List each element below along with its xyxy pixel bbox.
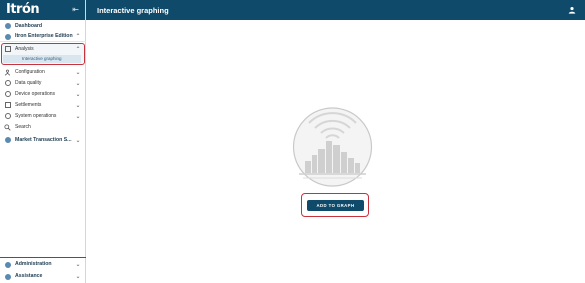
market-transaction-icon bbox=[4, 137, 11, 144]
sidebar-item-label: Assistance bbox=[15, 273, 43, 279]
enterprise-icon bbox=[4, 33, 11, 40]
chevron-down-icon[interactable]: ⌄ bbox=[74, 69, 82, 76]
sidebar-subitem-label: Interactive graphing bbox=[22, 56, 62, 61]
sidebar-subitem-interactive-graphing[interactable]: Interactive graphing bbox=[3, 55, 81, 63]
analysis-icon bbox=[4, 46, 11, 53]
sidebar-item-device-operations[interactable]: Device operations ⌄ bbox=[0, 90, 86, 98]
sidebar-item-label: Settlements bbox=[15, 101, 42, 108]
user-icon[interactable] bbox=[567, 5, 577, 15]
sidebar-item-administration[interactable]: Administration ⌄ bbox=[0, 260, 86, 269]
sidebar-item-system-operations[interactable]: System operations ⌄ bbox=[0, 112, 86, 120]
sidebar-item-label: System operations bbox=[15, 112, 57, 119]
sidebar-item-label: Market Transaction S... bbox=[15, 136, 72, 143]
sidebar-item-data-quality[interactable]: Data quality ⌄ bbox=[0, 79, 86, 87]
chevron-up-icon[interactable]: ⌃ bbox=[74, 33, 82, 40]
chevron-down-icon[interactable]: ⌄ bbox=[74, 137, 82, 144]
itron-logo: Itrón bbox=[6, 2, 40, 17]
city-skyline-illustration bbox=[285, 95, 380, 190]
chevron-down-icon[interactable]: ⌄ bbox=[74, 261, 82, 268]
page-title: Interactive graphing bbox=[97, 5, 169, 15]
sidebar: Itrón ⇤ Dashboard Itron Enterprise Editi… bbox=[0, 0, 86, 283]
sidebar-item-configuration[interactable]: Configuration ⌄ bbox=[0, 68, 86, 76]
chevron-down-icon[interactable]: ⌄ bbox=[74, 273, 82, 280]
sidebar-item-label: Device operations bbox=[15, 90, 56, 97]
chevron-down-icon[interactable]: ⌄ bbox=[74, 102, 82, 109]
settlements-icon bbox=[4, 102, 11, 109]
sidebar-item-label: Configuration bbox=[15, 68, 45, 75]
sidebar-item-assistance[interactable]: Assistance ⌄ bbox=[0, 272, 86, 281]
add-to-graph-button[interactable]: ADD TO GRAPH bbox=[307, 200, 364, 211]
chevron-up-icon[interactable]: ⌃ bbox=[74, 46, 82, 53]
sidebar-item-label: Administration bbox=[15, 261, 52, 267]
sidebar-header: Itrón ⇤ bbox=[0, 0, 85, 20]
data-quality-icon bbox=[4, 80, 11, 87]
sidebar-item-itron-enterprise-edition[interactable]: Itron Enterprise Edition ⌃ bbox=[0, 32, 86, 42]
sidebar-item-label: Search bbox=[15, 123, 31, 130]
system-operations-icon bbox=[4, 113, 11, 120]
search-icon bbox=[4, 123, 11, 131]
collapse-sidebar-icon[interactable]: ⇤ bbox=[72, 6, 79, 14]
app-window: Itrón ⇤ Dashboard Itron Enterprise Editi… bbox=[0, 0, 585, 283]
dashboard-icon bbox=[4, 23, 11, 30]
main-content: ADD TO GRAPH bbox=[86, 20, 585, 283]
configuration-icon bbox=[4, 69, 11, 76]
sidebar-item-analysis[interactable]: Analysis ⌃ bbox=[0, 45, 86, 53]
sidebar-item-label: Dashboard bbox=[15, 22, 43, 29]
assistance-icon bbox=[4, 273, 11, 280]
sidebar-bottom: Administration ⌄ Assistance ⌄ bbox=[0, 257, 86, 283]
sidebar-item-dashboard[interactable]: Dashboard bbox=[0, 22, 86, 30]
sidebar-item-market-transaction[interactable]: Market Transaction S... ⌄ bbox=[0, 135, 86, 145]
sidebar-item-label: Data quality bbox=[15, 79, 42, 86]
chevron-down-icon[interactable]: ⌄ bbox=[74, 91, 82, 98]
top-bar: Interactive graphing bbox=[86, 0, 585, 20]
chevron-down-icon[interactable]: ⌄ bbox=[74, 80, 82, 87]
chevron-down-icon[interactable]: ⌄ bbox=[74, 113, 82, 120]
sidebar-item-search[interactable]: Search bbox=[0, 123, 86, 131]
sidebar-item-settlements[interactable]: Settlements ⌄ bbox=[0, 101, 86, 109]
sidebar-item-label: Itron Enterprise Edition bbox=[15, 33, 73, 39]
administration-icon bbox=[4, 261, 11, 268]
sidebar-item-label: Analysis bbox=[15, 45, 34, 52]
device-operations-icon bbox=[4, 91, 11, 98]
